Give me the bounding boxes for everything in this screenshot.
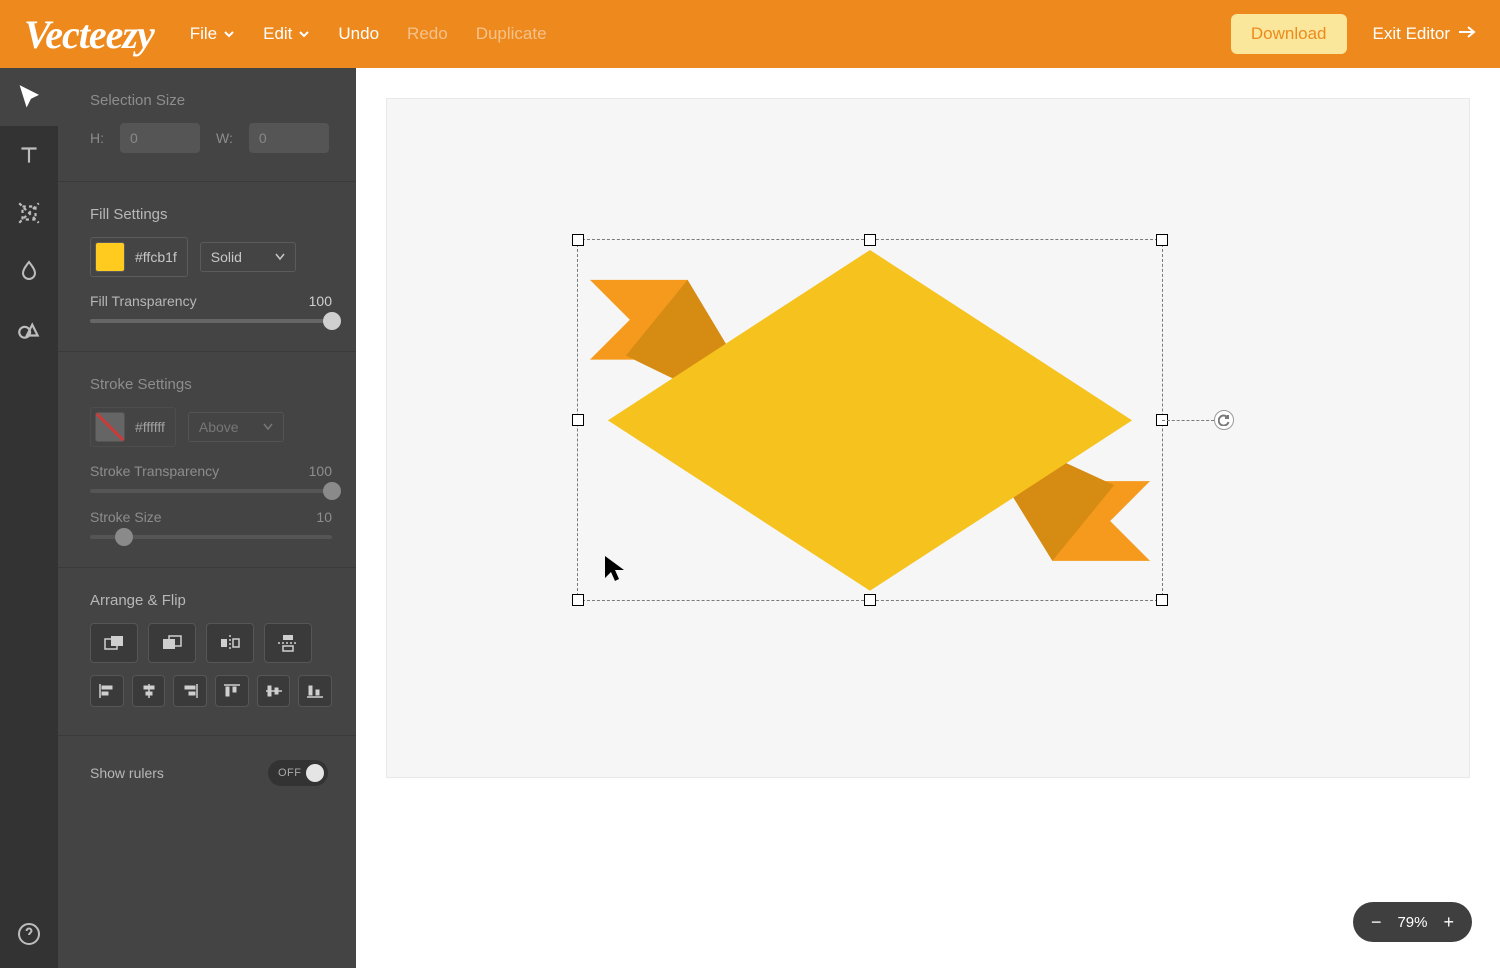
menu-edit-label: Edit (263, 24, 292, 44)
cursor-icon (603, 554, 627, 587)
resize-handle-sw[interactable] (572, 594, 584, 606)
resize-handle-ne[interactable] (1156, 234, 1168, 246)
fill-mode-label: Solid (211, 249, 242, 265)
align-vcenter-button[interactable] (257, 675, 291, 707)
stroke-color-picker[interactable]: #ffffff (90, 407, 176, 447)
top-bar: Vecteezy File Edit Undo Redo Duplicate D… (0, 0, 1500, 68)
menu-duplicate[interactable]: Duplicate (476, 24, 547, 44)
zoom-level: 79% (1397, 914, 1427, 931)
resize-handle-se[interactable] (1156, 594, 1168, 606)
main-menu: File Edit Undo Redo Duplicate (190, 24, 547, 44)
menu-undo[interactable]: Undo (338, 24, 379, 44)
flip-horizontal-button[interactable] (206, 623, 254, 663)
fill-section: Fill Settings #ffcb1f Solid Fill Transpa… (58, 182, 356, 352)
arrow-right-icon (1458, 24, 1476, 44)
zoom-out-button[interactable]: − (1371, 913, 1382, 931)
stroke-transparency-label: Stroke Transparency (90, 463, 219, 479)
resize-handle-w[interactable] (572, 414, 584, 426)
width-input[interactable] (249, 123, 329, 153)
rulers-section: Show rulers OFF (58, 736, 356, 814)
brand-logo: Vecteezy (24, 11, 154, 58)
selection-size-section: Selection Size H: W: (58, 68, 356, 182)
stroke-transparency-value: 100 (309, 463, 332, 479)
selection-size-title: Selection Size (90, 92, 332, 109)
align-right-button[interactable] (173, 675, 207, 707)
resize-handle-n[interactable] (864, 234, 876, 246)
fill-transparency-label: Fill Transparency (90, 293, 197, 309)
stroke-position-select[interactable]: Above (188, 412, 284, 442)
toggle-knob (306, 764, 324, 782)
resize-handle-nw[interactable] (572, 234, 584, 246)
stroke-color-hex: #ffffff (135, 419, 165, 435)
stroke-no-color-swatch (95, 412, 125, 442)
height-input[interactable] (120, 123, 200, 153)
fill-color-picker[interactable]: #ffcb1f (90, 237, 188, 277)
zoom-control: − 79% + (1353, 902, 1472, 942)
stroke-position-label: Above (199, 419, 239, 435)
arrange-section: Arrange & Flip (58, 568, 356, 736)
selected-shape[interactable] (578, 240, 1162, 601)
stroke-size-value: 10 (316, 509, 332, 525)
menu-file-label: File (190, 24, 217, 44)
exit-editor-label: Exit Editor (1373, 24, 1450, 44)
shapes-tool[interactable] (0, 300, 58, 358)
fill-transparency-slider[interactable] (90, 319, 332, 323)
stroke-transparency-slider[interactable] (90, 489, 332, 493)
zoom-in-button[interactable]: + (1443, 913, 1454, 931)
flip-vertical-button[interactable] (264, 623, 312, 663)
menu-edit[interactable]: Edit (263, 24, 310, 44)
rulers-label: Show rulers (90, 765, 164, 781)
width-label: W: (216, 130, 233, 146)
chevron-down-icon (223, 28, 235, 40)
selection-box[interactable] (577, 239, 1163, 601)
workspace: Selection Size H: W: Fill Settings #ffcb… (0, 68, 1500, 968)
bring-forward-button[interactable] (148, 623, 196, 663)
chevron-down-icon (275, 253, 285, 261)
tint-tool[interactable] (0, 242, 58, 300)
align-left-button[interactable] (90, 675, 124, 707)
help-button[interactable] (0, 914, 58, 954)
toggle-state-label: OFF (278, 767, 302, 779)
show-rulers-toggle[interactable]: OFF (268, 760, 328, 786)
align-hcenter-button[interactable] (132, 675, 166, 707)
exit-editor-button[interactable]: Exit Editor (1373, 24, 1476, 44)
fill-color-hex: #ffcb1f (135, 249, 177, 265)
send-backward-button[interactable] (90, 623, 138, 663)
fill-transparency-value: 100 (309, 293, 332, 309)
stroke-size-slider[interactable] (90, 535, 332, 539)
menu-file[interactable]: File (190, 24, 235, 44)
stroke-size-label: Stroke Size (90, 509, 162, 525)
chevron-down-icon (263, 423, 273, 431)
rotation-handle[interactable] (1214, 410, 1234, 430)
select-tool[interactable] (0, 68, 58, 126)
fill-mode-select[interactable]: Solid (200, 242, 296, 272)
fill-color-swatch (95, 242, 125, 272)
tool-strip (0, 68, 58, 968)
canvas-area[interactable]: − 79% + (356, 68, 1500, 968)
resize-handle-s[interactable] (864, 594, 876, 606)
rotation-arm (1162, 420, 1214, 421)
arrange-title: Arrange & Flip (90, 592, 332, 609)
download-button[interactable]: Download (1231, 14, 1347, 54)
crop-tool[interactable] (0, 184, 58, 242)
slider-knob[interactable] (323, 312, 341, 330)
height-label: H: (90, 130, 104, 146)
chevron-down-icon (298, 28, 310, 40)
align-bottom-button[interactable] (298, 675, 332, 707)
text-tool[interactable] (0, 126, 58, 184)
artboard[interactable] (386, 98, 1470, 778)
slider-knob[interactable] (115, 528, 133, 546)
menu-redo[interactable]: Redo (407, 24, 448, 44)
slider-knob[interactable] (323, 482, 341, 500)
stroke-title: Stroke Settings (90, 376, 332, 393)
fill-title: Fill Settings (90, 206, 332, 223)
stroke-section: Stroke Settings #ffffff Above Stroke Tra… (58, 352, 356, 568)
align-top-button[interactable] (215, 675, 249, 707)
property-panel: Selection Size H: W: Fill Settings #ffcb… (58, 68, 356, 968)
